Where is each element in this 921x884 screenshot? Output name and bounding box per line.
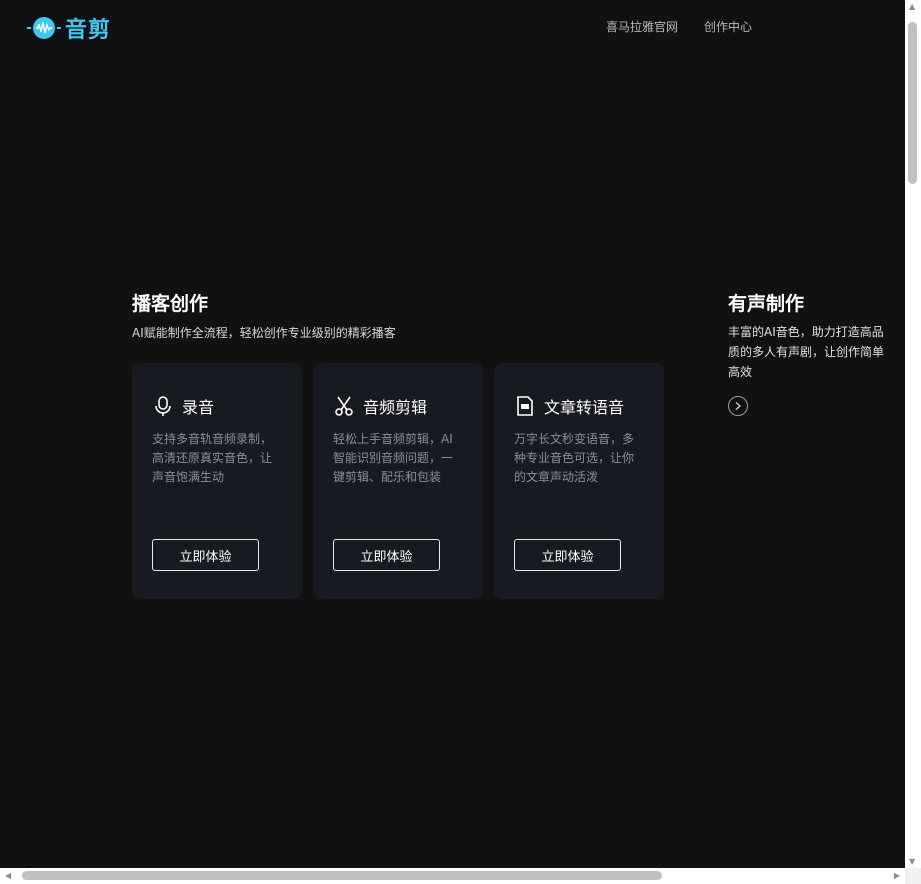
audio-production-title: 有声制作 <box>728 293 805 315</box>
card-description: 支持多音轨音频录制，高清还原真实音色，让声音饱满生动 <box>152 432 273 484</box>
horizontal-scrollbar[interactable]: ◀ ▶ <box>0 868 905 884</box>
logo-text: 音剪 <box>65 18 112 43</box>
scroll-left-arrow-icon[interactable]: ◀ <box>5 871 11 880</box>
logo[interactable]: 音剪 <box>26 12 111 44</box>
try-now-button[interactable]: 立即体验 <box>152 539 259 571</box>
scroll-right-arrow-icon[interactable]: ▶ <box>894 871 900 880</box>
card-title: 音频剪辑 <box>363 398 428 417</box>
try-now-button[interactable]: 立即体验 <box>333 539 440 571</box>
scroll-up-arrow-icon[interactable]: ▲ <box>909 2 915 11</box>
card-title: 录音 <box>182 398 215 417</box>
audio-production-description: 丰富的AI音色，助力打造高品质的多人有声剧，让创作简单高效 <box>728 325 885 379</box>
nav-link-ximalaya[interactable]: 喜马拉雅官网 <box>606 18 678 35</box>
card-description: 万字长文秒变语音，多种专业音色可选，让你的文章声动活泼 <box>514 432 635 484</box>
next-arrow-button[interactable] <box>728 396 748 416</box>
scissors-icon <box>335 396 353 416</box>
podcast-section-subtitle: AI赋能制作全流程，轻松创作专业级别的精彩播客 <box>132 326 396 340</box>
scrollbar-corner <box>905 868 921 884</box>
horizontal-scroll-thumb[interactable] <box>22 871 662 880</box>
podcast-section-title: 播客创作 <box>132 293 209 315</box>
top-header: 音剪 喜马拉雅官网 创作中心 <box>0 0 905 52</box>
sound-wave-logo-icon <box>27 17 61 39</box>
microphone-icon <box>155 396 171 416</box>
vertical-scroll-thumb[interactable] <box>908 22 917 184</box>
feature-card-audio-editing: 音频剪辑 轻松上手音频剪辑，AI智能识别音频问题，一键剪辑、配乐和包装 立即体验 <box>313 363 483 599</box>
try-now-button[interactable]: 立即体验 <box>514 539 621 571</box>
feature-card-recording: 录音 支持多音轨音频录制，高清还原真实音色，让声音饱满生动 立即体验 <box>132 363 302 599</box>
feature-card-text-to-speech: 文章转语音 万字长文秒变语音，多种专业音色可选，让你的文章声动活泼 立即体验 <box>494 363 664 599</box>
chevron-right-icon <box>735 402 741 410</box>
scroll-down-arrow-icon[interactable]: ▼ <box>909 857 915 866</box>
text-file-icon <box>517 396 533 416</box>
card-title: 文章转语音 <box>544 398 625 417</box>
nav-link-creator-center[interactable]: 创作中心 <box>704 18 752 35</box>
vertical-scrollbar[interactable]: ▲ ▼ <box>905 0 921 868</box>
card-description: 轻松上手音频剪辑，AI智能识别音频问题，一键剪辑、配乐和包装 <box>333 432 454 484</box>
